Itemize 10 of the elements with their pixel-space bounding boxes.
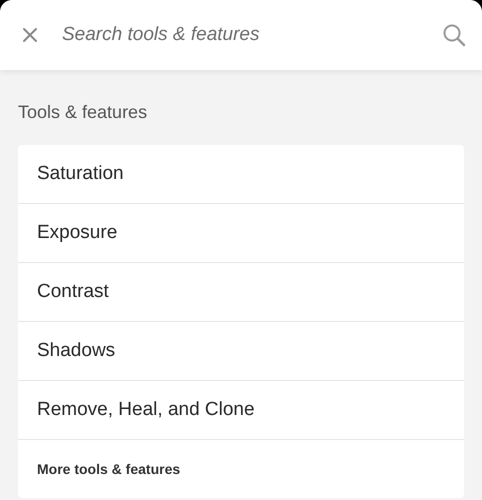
menu-item[interactable]: Exposure [37,222,118,244]
menu-item[interactable]: Shadows [37,340,116,362]
menu-item[interactable]: Remove, Heal, and Clone [37,399,255,421]
search-input[interactable]: Search tools & features [60,23,430,47]
menu-item[interactable]: Saturation [37,163,124,185]
close-button[interactable] [20,25,40,45]
search-icon[interactable] [442,23,466,47]
section-title: Tools & features [18,102,148,122]
more-link[interactable]: More tools & features [37,461,180,477]
menu-item[interactable]: Contrast [37,281,109,303]
